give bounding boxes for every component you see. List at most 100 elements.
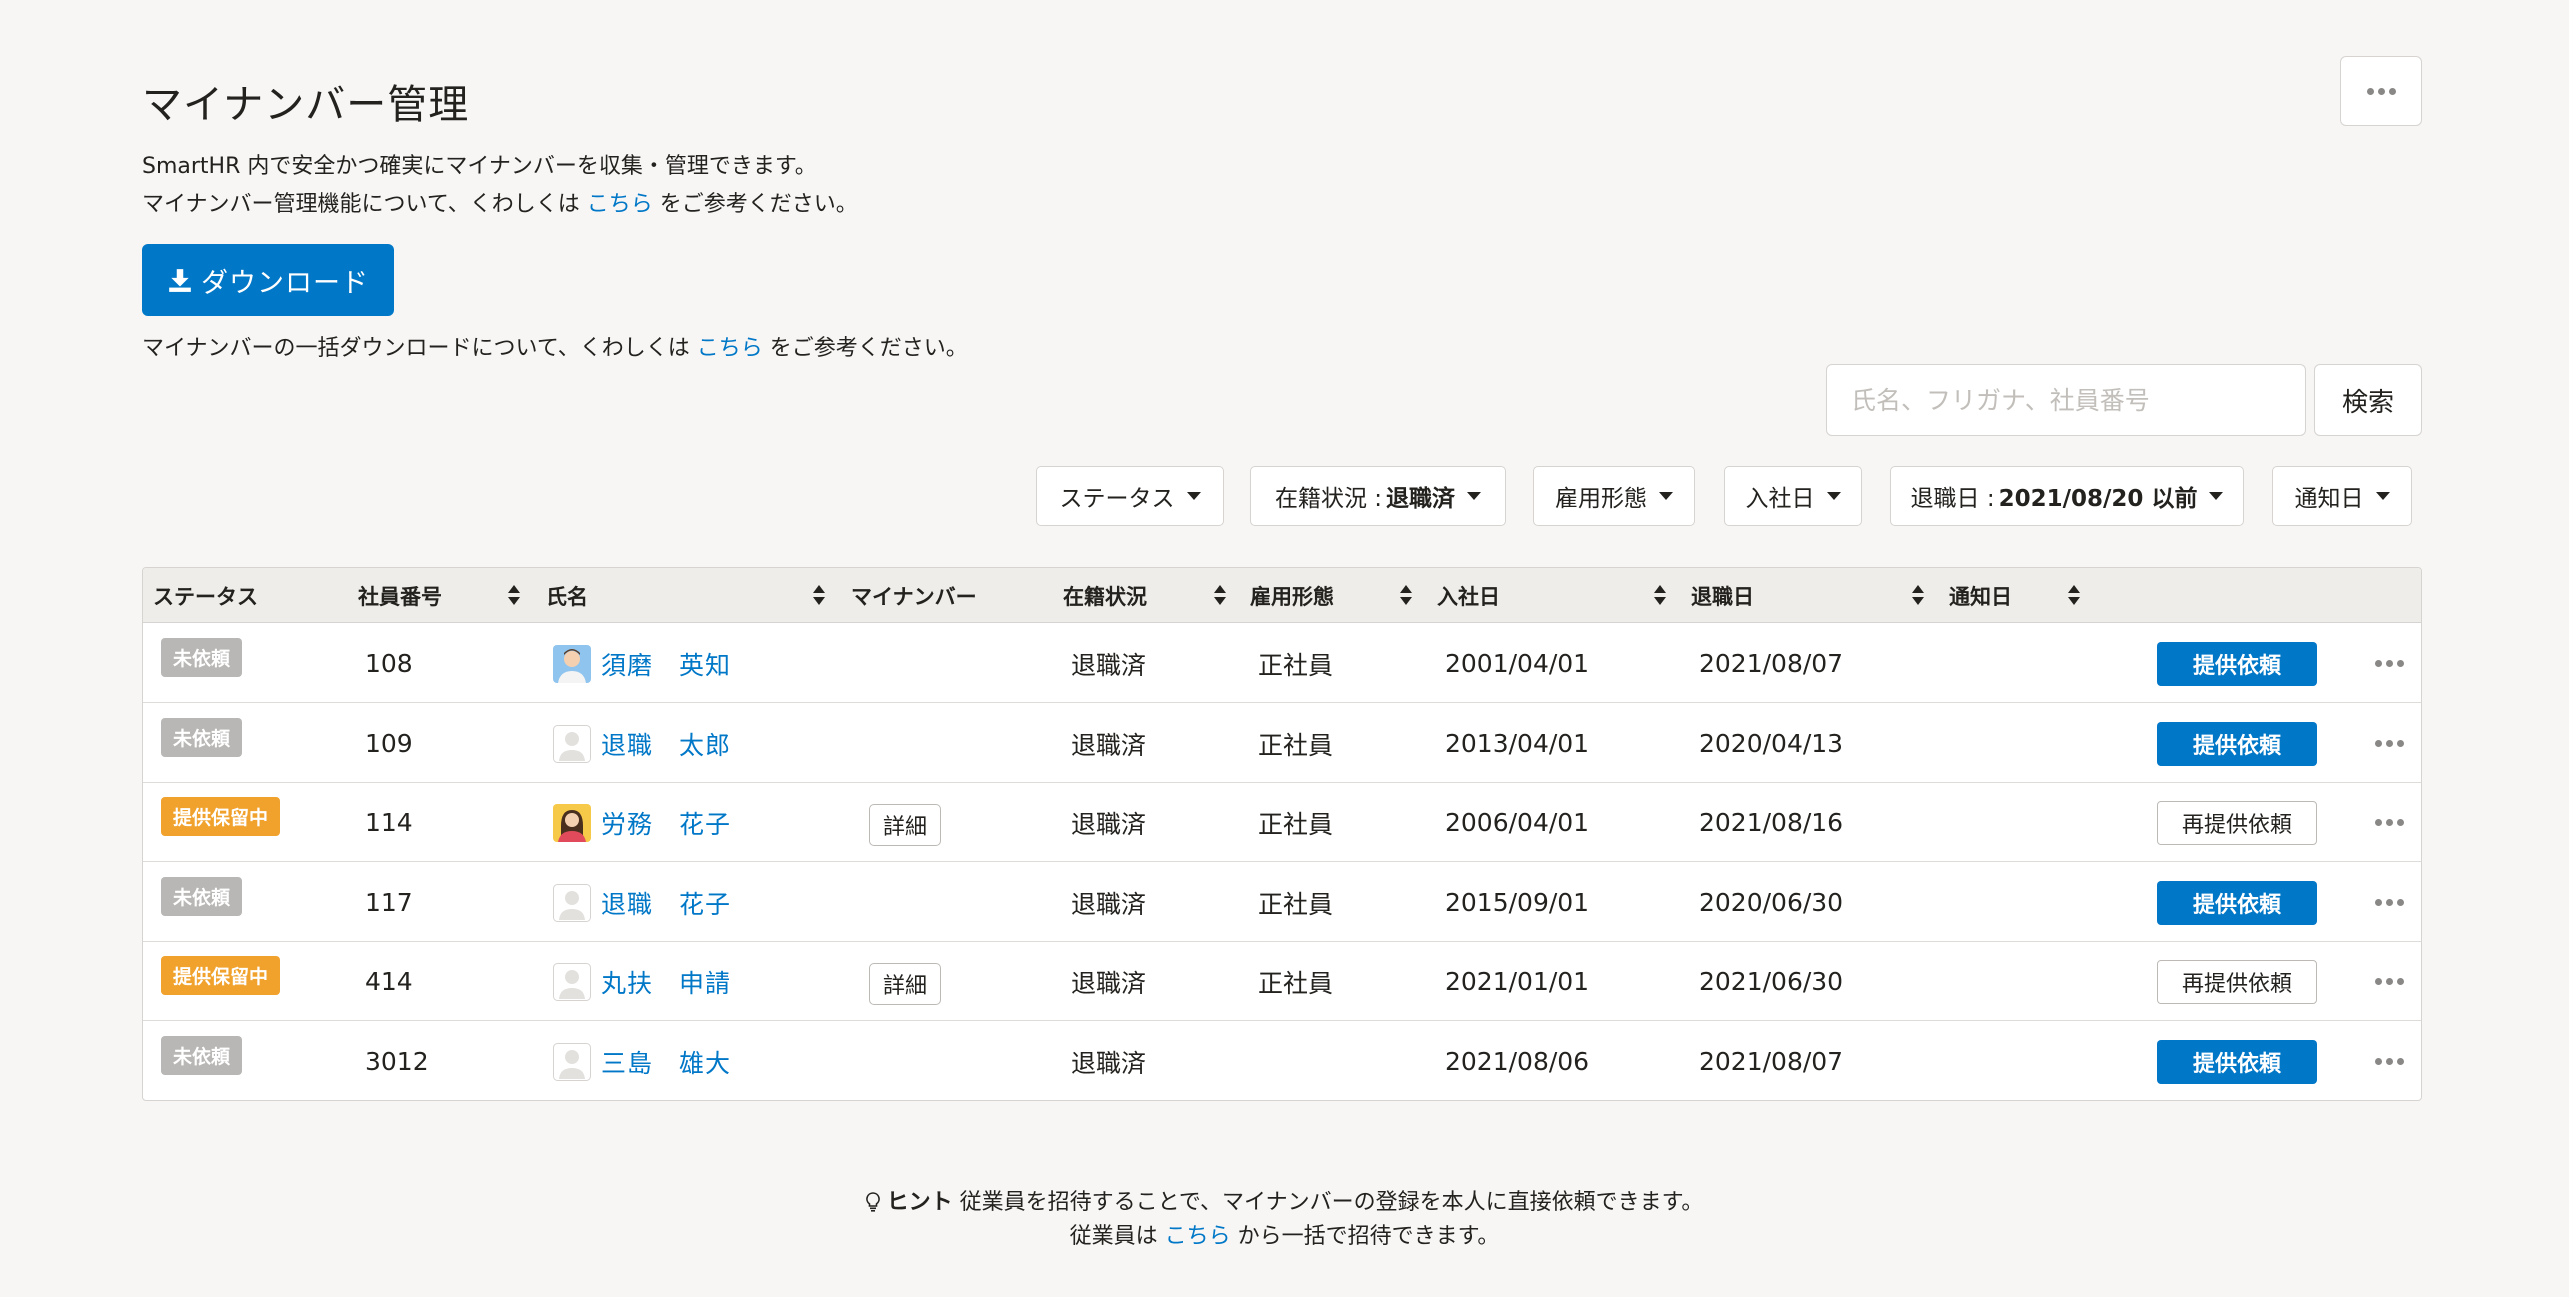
enrollment-status: 退職済 — [1071, 1048, 1147, 1078]
join-date: 2015/09/01 — [1445, 888, 1590, 917]
header-employment-type[interactable]: 雇用形態 — [1250, 568, 1334, 623]
download-description: マイナンバーの一括ダウンロードについて、くわしくは こちら をご参考ください。 — [142, 336, 968, 361]
description-line-2: マイナンバー管理機能について、くわしくは こちら をご参考ください。 — [142, 192, 858, 217]
join-date: 2013/04/01 — [1445, 729, 1590, 758]
caret-down-icon — [1467, 492, 1482, 500]
table-row: 未依頼 3012 三島 雄大 退職済 2021/08/06 2021/08/07… — [143, 1022, 2421, 1100]
filter-status[interactable]: ステータス — [1036, 466, 1224, 526]
status-badge: 未依頼 — [161, 718, 243, 757]
row-more-icon[interactable] — [2375, 899, 2404, 906]
filter-enrollment[interactable]: 在籍状況 : 退職済 — [1250, 466, 1506, 526]
avatar-icon — [553, 1042, 591, 1081]
caret-down-icon — [2209, 492, 2224, 500]
enrollment-status: 退職済 — [1071, 968, 1147, 998]
request-button[interactable]: 提供依頼 — [2157, 880, 2317, 925]
sort-icon[interactable] — [1911, 584, 1925, 606]
status-badge: 提供保留中 — [161, 956, 281, 995]
filter-notify-date[interactable]: 通知日 — [2272, 466, 2412, 526]
employee-no: 117 — [365, 888, 413, 917]
header-join-date[interactable]: 入社日 — [1437, 568, 1500, 623]
re-request-button[interactable]: 再提供依頼 — [2157, 800, 2317, 845]
download-help-link[interactable]: こちら — [697, 336, 763, 361]
re-request-button[interactable]: 再提供依頼 — [2157, 959, 2317, 1004]
employee-table: ステータス 社員番号 氏名 マイナンバー 在籍状況 雇用形態 入社日 退職日 通… — [142, 567, 2422, 1101]
employee-name-link[interactable]: 丸扶 申請 — [601, 964, 731, 1000]
table-row: 未依頼 117 退職 花子 退職済 正社員 2015/09/01 2020/06… — [143, 863, 2421, 942]
page-more-button[interactable] — [2340, 56, 2422, 126]
employment-type: 正社員 — [1258, 730, 1334, 760]
header-employee-no[interactable]: 社員番号 — [358, 568, 442, 623]
employee-no: 3012 — [365, 1047, 429, 1076]
status-badge: 提供保留中 — [161, 797, 281, 836]
row-more-icon[interactable] — [2375, 819, 2404, 826]
avatar-icon — [553, 883, 591, 922]
caret-down-icon — [1659, 492, 1673, 500]
join-date: 2001/04/01 — [1445, 649, 1590, 678]
employee-no: 414 — [365, 967, 413, 996]
caret-down-icon — [1186, 492, 1201, 500]
sort-icon[interactable] — [2067, 584, 2081, 606]
employee-no: 108 — [365, 649, 413, 678]
row-more-icon[interactable] — [2375, 740, 2404, 747]
status-badge: 未依頼 — [161, 877, 243, 916]
invite-link[interactable]: こちら — [1165, 1224, 1231, 1249]
enrollment-status: 退職済 — [1071, 809, 1147, 839]
request-button[interactable]: 提供依頼 — [2157, 721, 2317, 766]
row-more-icon[interactable] — [2375, 1058, 2404, 1065]
avatar-icon — [553, 644, 591, 683]
filter-leave-date[interactable]: 退職日 : 2021/08/20 以前 — [1890, 466, 2244, 526]
header-name[interactable]: 氏名 — [546, 568, 588, 623]
leave-date: 2021/06/30 — [1699, 967, 1844, 996]
leave-date: 2020/06/30 — [1699, 888, 1844, 917]
header-leave-date[interactable]: 退職日 — [1691, 568, 1754, 623]
employee-name-link[interactable]: 三島 雄大 — [601, 1044, 731, 1080]
employment-type: 正社員 — [1258, 889, 1334, 919]
row-more-icon[interactable] — [2375, 660, 2404, 667]
help-link[interactable]: こちら — [587, 192, 653, 217]
request-button[interactable]: 提供依頼 — [2157, 641, 2317, 686]
sort-icon[interactable] — [1399, 584, 1413, 606]
employee-no: 114 — [365, 808, 413, 837]
join-date: 2006/04/01 — [1445, 808, 1590, 837]
header-enrollment[interactable]: 在籍状況 — [1063, 568, 1147, 623]
leave-date: 2021/08/07 — [1699, 1047, 1844, 1076]
header-status: ステータス — [153, 584, 258, 609]
enrollment-status: 退職済 — [1071, 730, 1147, 760]
filter-employment-type[interactable]: 雇用形態 — [1533, 466, 1695, 526]
leave-date: 2021/08/16 — [1699, 808, 1844, 837]
search-input[interactable] — [1826, 364, 2306, 436]
status-badge: 未依頼 — [161, 1036, 243, 1075]
avatar-icon — [553, 803, 591, 842]
filter-join-date[interactable]: 入社日 — [1724, 466, 1862, 526]
caret-down-icon — [1826, 492, 1841, 500]
employee-name-link[interactable]: 退職 太郎 — [601, 726, 731, 762]
table-row: 未依頼 109 退職 太郎 退職済 正社員 2013/04/01 2020/04… — [143, 704, 2421, 783]
search-button[interactable]: 検索 — [2314, 364, 2422, 436]
download-icon — [169, 269, 191, 292]
download-button[interactable]: ダウンロード — [142, 244, 394, 316]
page-title: マイナンバー管理 — [142, 82, 470, 128]
mynumber-detail-button[interactable]: 詳細 — [869, 962, 941, 1005]
more-horizontal-icon — [2366, 87, 2396, 95]
sort-icon[interactable] — [507, 584, 521, 606]
request-button[interactable]: 提供依頼 — [2157, 1039, 2317, 1084]
hint-line-1: ヒント 従業員を招待することで、マイナンバーの登録を本人に直接依頼できます。 — [0, 1186, 2569, 1220]
mynumber-detail-button[interactable]: 詳細 — [869, 803, 941, 846]
table-row: 提供保留中 114 労務 花子 詳細 退職済 正社員 2006/04/01 20… — [143, 783, 2421, 862]
employee-name-link[interactable]: 退職 花子 — [601, 885, 731, 921]
join-date: 2021/08/06 — [1445, 1047, 1590, 1076]
employment-type: 正社員 — [1258, 968, 1334, 998]
row-more-icon[interactable] — [2375, 978, 2404, 985]
sort-icon[interactable] — [1653, 584, 1667, 606]
caret-down-icon — [2375, 492, 2390, 500]
sort-icon[interactable] — [812, 584, 826, 606]
employee-name-link[interactable]: 労務 花子 — [601, 805, 731, 841]
sort-icon[interactable] — [1213, 584, 1227, 606]
hint-line-2: 従業員は こちら から一括で招待できます。 — [1069, 1224, 1500, 1249]
header-notify-date[interactable]: 通知日 — [1949, 568, 2012, 623]
employee-name-link[interactable]: 須磨 英知 — [601, 646, 731, 682]
leave-date: 2020/04/13 — [1699, 729, 1844, 758]
lightbulb-icon — [865, 1192, 880, 1212]
leave-date: 2021/08/07 — [1699, 649, 1844, 678]
status-badge: 未依頼 — [161, 638, 243, 677]
